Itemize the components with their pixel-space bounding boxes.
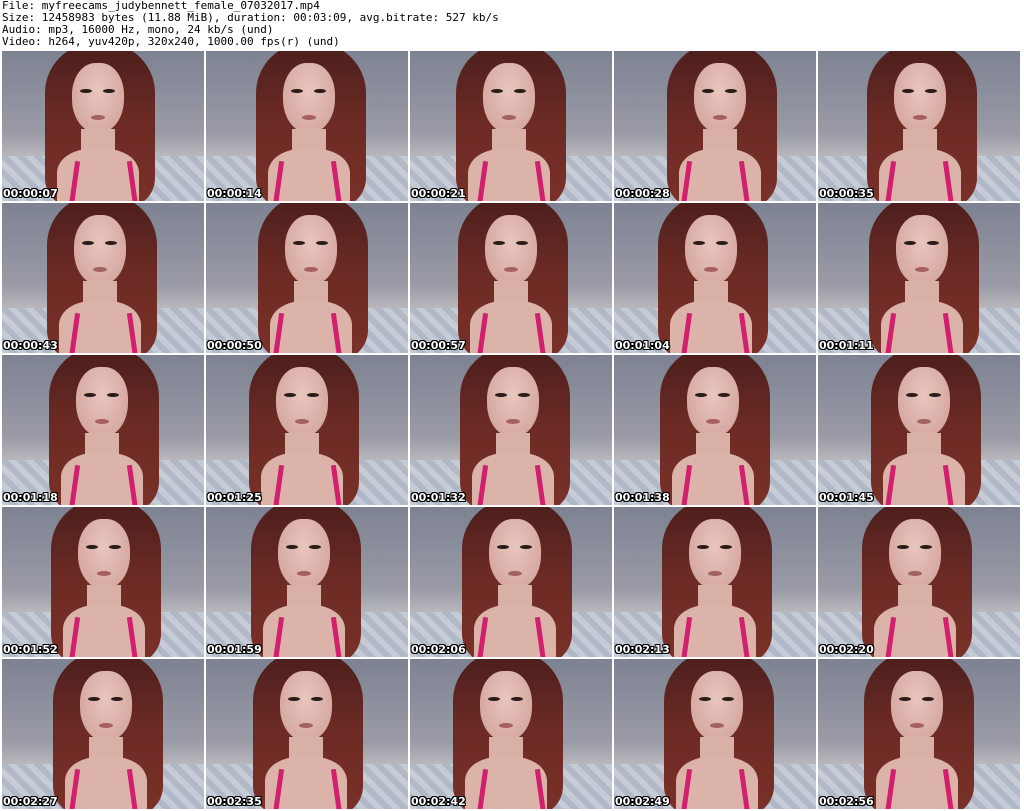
- frame-subject-face: [278, 519, 330, 589]
- frame-subject-face: [76, 367, 128, 437]
- frame-subject-face: [687, 367, 739, 437]
- frame-timestamp: 00:02:06: [411, 643, 466, 656]
- frame-timestamp: 00:01:32: [411, 491, 466, 504]
- frame-subject-face: [74, 215, 126, 285]
- video-info-header: File: myfreecams_judybennett_female_0703…: [2, 0, 1022, 50]
- video-frame-thumbnail: 00:00:57: [410, 203, 612, 353]
- frame-subject-face: [276, 367, 328, 437]
- thumbnail-grid: 00:00:07 00:00:14 00:00:21 00:00:28 00:00:35…: [2, 51, 1022, 809]
- video-frame-thumbnail: 00:01:04: [614, 203, 816, 353]
- frame-timestamp: 00:00:43: [3, 339, 58, 352]
- frame-timestamp: 00:01:18: [3, 491, 58, 504]
- audio-info-line: Audio: mp3, 16000 Hz, mono, 24 kb/s (und…: [2, 24, 274, 36]
- file-size-line: Size: 12458983 bytes (11.88 MiB), durati…: [2, 12, 499, 24]
- frame-timestamp: 00:00:14: [207, 187, 262, 200]
- video-frame-thumbnail: 00:01:59: [206, 507, 408, 657]
- frame-subject-face: [485, 215, 537, 285]
- frame-subject-face: [78, 519, 130, 589]
- frame-timestamp: 00:02:27: [3, 795, 58, 808]
- frame-timestamp: 00:02:13: [615, 643, 670, 656]
- video-frame-thumbnail: 00:02:13: [614, 507, 816, 657]
- video-frame-thumbnail: 00:02:27: [2, 659, 204, 809]
- video-frame-thumbnail: 00:00:28: [614, 51, 816, 201]
- video-frame-thumbnail: 00:00:07: [2, 51, 204, 201]
- frame-timestamp: 00:00:21: [411, 187, 466, 200]
- video-frame-thumbnail: 00:01:25: [206, 355, 408, 505]
- frame-subject-face: [72, 63, 124, 133]
- frame-subject-face: [685, 215, 737, 285]
- video-frame-thumbnail: 00:00:21: [410, 51, 612, 201]
- frame-subject-face: [489, 519, 541, 589]
- video-frame-thumbnail: 00:01:52: [2, 507, 204, 657]
- frame-timestamp: 00:00:50: [207, 339, 262, 352]
- frame-subject-face: [283, 63, 335, 133]
- frame-subject-face: [280, 671, 332, 741]
- video-frame-thumbnail: 00:02:42: [410, 659, 612, 809]
- video-frame-thumbnail: 00:02:35: [206, 659, 408, 809]
- frame-timestamp: 00:00:07: [3, 187, 58, 200]
- frame-subject-face: [689, 519, 741, 589]
- video-frame-thumbnail: 00:00:14: [206, 51, 408, 201]
- frame-subject-face: [894, 63, 946, 133]
- frame-timestamp: 00:01:25: [207, 491, 262, 504]
- video-frame-thumbnail: 00:00:35: [818, 51, 1020, 201]
- frame-subject-face: [80, 671, 132, 741]
- frame-timestamp: 00:00:35: [819, 187, 874, 200]
- video-frame-thumbnail: 00:02:20: [818, 507, 1020, 657]
- frame-subject-face: [889, 519, 941, 589]
- video-frame-thumbnail: 00:01:32: [410, 355, 612, 505]
- frame-subject-face: [285, 215, 337, 285]
- video-info-line: Video: h264, yuv420p, 320x240, 1000.00 f…: [2, 36, 340, 48]
- frame-subject-face: [487, 367, 539, 437]
- frame-timestamp: 00:01:38: [615, 491, 670, 504]
- video-frame-thumbnail: 00:00:43: [2, 203, 204, 353]
- frame-timestamp: 00:01:45: [819, 491, 874, 504]
- frame-timestamp: 00:02:56: [819, 795, 874, 808]
- frame-timestamp: 00:02:49: [615, 795, 670, 808]
- frame-timestamp: 00:00:28: [615, 187, 670, 200]
- file-name-line: File: myfreecams_judybennett_female_0703…: [2, 0, 320, 12]
- frame-timestamp: 00:02:35: [207, 795, 262, 808]
- frame-subject-face: [896, 215, 948, 285]
- frame-timestamp: 00:02:42: [411, 795, 466, 808]
- frame-timestamp: 00:01:59: [207, 643, 262, 656]
- video-frame-thumbnail: 00:01:18: [2, 355, 204, 505]
- frame-timestamp: 00:01:11: [819, 339, 874, 352]
- frame-timestamp: 00:01:52: [3, 643, 58, 656]
- frame-subject-face: [691, 671, 743, 741]
- video-frame-thumbnail: 00:01:11: [818, 203, 1020, 353]
- video-frame-thumbnail: 00:02:56: [818, 659, 1020, 809]
- frame-timestamp: 00:01:04: [615, 339, 670, 352]
- video-frame-thumbnail: 00:02:49: [614, 659, 816, 809]
- video-frame-thumbnail: 00:00:50: [206, 203, 408, 353]
- video-frame-thumbnail: 00:01:38: [614, 355, 816, 505]
- video-frame-thumbnail: 00:02:06: [410, 507, 612, 657]
- frame-subject-face: [483, 63, 535, 133]
- frame-timestamp: 00:00:57: [411, 339, 466, 352]
- frame-timestamp: 00:02:20: [819, 643, 874, 656]
- frame-subject-face: [694, 63, 746, 133]
- video-frame-thumbnail: 00:01:45: [818, 355, 1020, 505]
- frame-subject-face: [898, 367, 950, 437]
- frame-subject-face: [891, 671, 943, 741]
- frame-subject-face: [480, 671, 532, 741]
